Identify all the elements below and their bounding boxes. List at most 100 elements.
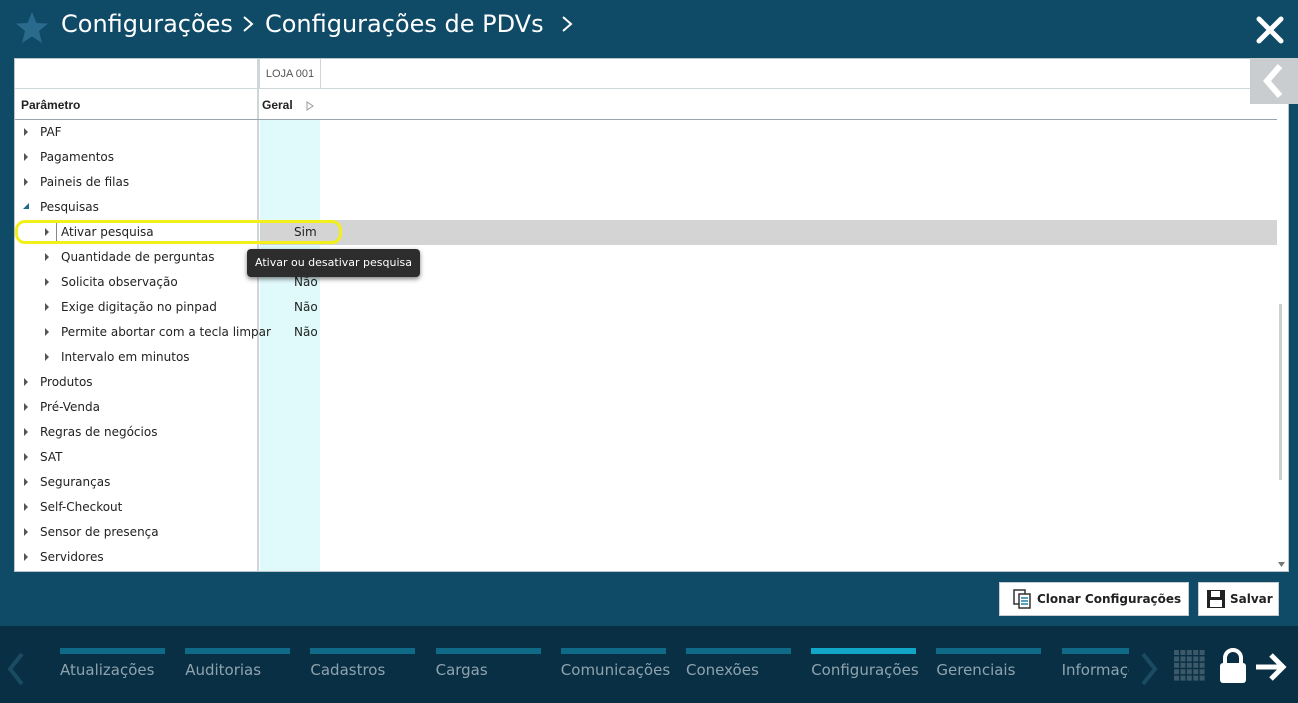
tree-group-row[interactable]: Pesquisas bbox=[15, 195, 1277, 220]
tree-group-row[interactable]: Self-Checkout bbox=[15, 495, 1277, 520]
collapsed-triangle-icon[interactable] bbox=[23, 403, 29, 411]
tab-label: Atualizações bbox=[60, 661, 155, 679]
row-label: Intervalo em minutos bbox=[61, 350, 190, 364]
save-button[interactable]: Salvar bbox=[1198, 582, 1279, 616]
expanded-triangle-icon[interactable] bbox=[23, 203, 29, 211]
footer-tab[interactable]: Gerenciais bbox=[936, 648, 1042, 698]
collapsed-triangle-icon[interactable] bbox=[23, 503, 29, 511]
collapsed-triangle-icon[interactable] bbox=[44, 278, 50, 286]
scrollbar-thumb[interactable] bbox=[1279, 304, 1282, 480]
breadcrumb-item-configuracoes[interactable]: Configurações bbox=[61, 10, 233, 38]
tab-label: Auditorias bbox=[185, 661, 262, 679]
footer-tab[interactable]: Informações bbox=[1061, 648, 1129, 698]
collapsed-triangle-icon[interactable] bbox=[23, 453, 29, 461]
nav-prev-icon[interactable] bbox=[6, 652, 26, 686]
tab-label: Configurações bbox=[811, 661, 919, 679]
tab-label: Comunicações bbox=[560, 661, 671, 679]
tree-group-row[interactable]: Regras de negócios bbox=[15, 420, 1277, 445]
tree-group-row[interactable]: SAT bbox=[15, 445, 1277, 470]
collapse-panel-button[interactable] bbox=[1250, 58, 1298, 104]
row-value[interactable]: Não bbox=[294, 275, 318, 289]
tree-group-row[interactable]: Produtos bbox=[15, 370, 1277, 395]
footer-tab[interactable]: Atualizações bbox=[60, 648, 165, 698]
row-label: Servidores bbox=[40, 550, 104, 564]
row-label: Paineis de filas bbox=[40, 175, 130, 189]
footer-tab[interactable]: Configurações bbox=[811, 648, 919, 698]
tab-indicator bbox=[686, 648, 791, 654]
tree-group-row[interactable]: Paineis de filas bbox=[15, 170, 1277, 195]
tree-group-row[interactable]: Sensor de presença bbox=[15, 520, 1277, 545]
footer-tabs: Atualizações Auditorias Cadastros Cargas Com… bbox=[0, 626, 1129, 703]
footer-tab[interactable]: Conexões bbox=[686, 648, 791, 698]
collapsed-triangle-icon[interactable] bbox=[23, 553, 29, 561]
tree-param-row[interactable]: Exige digitação no pinpad Não bbox=[15, 295, 1277, 320]
row-label: Solicita observação bbox=[61, 275, 178, 289]
exit-arrow-icon[interactable] bbox=[1254, 652, 1288, 682]
row-label: Permite abortar com a tecla limpar bbox=[61, 325, 271, 339]
store-header-row: LOJA 001 bbox=[15, 59, 1288, 89]
tab-indicator bbox=[560, 648, 666, 654]
tree-param-row[interactable]: Solicita observação Não bbox=[15, 270, 1277, 295]
expand-right-icon[interactable] bbox=[306, 101, 314, 111]
save-icon bbox=[1207, 590, 1225, 608]
row-label: Quantidade de perguntas bbox=[61, 250, 215, 264]
row-label: SAT bbox=[40, 450, 63, 464]
footer-tab[interactable]: Comunicações bbox=[560, 648, 670, 698]
collapsed-triangle-icon[interactable] bbox=[23, 178, 29, 186]
chevron-right-icon bbox=[243, 16, 254, 32]
collapsed-triangle-icon[interactable] bbox=[44, 303, 50, 311]
tree-param-row[interactable]: Permite abortar com a tecla limpar Não bbox=[15, 320, 1277, 345]
tree-param-row[interactable]: Intervalo em minutos bbox=[15, 345, 1277, 370]
collapsed-triangle-icon[interactable] bbox=[23, 128, 29, 136]
row-label: Pagamentos bbox=[40, 150, 114, 164]
nav-next-icon[interactable] bbox=[1139, 652, 1159, 686]
breadcrumb-item-configuracoes-pdvs[interactable]: Configurações de PDVs bbox=[265, 10, 544, 38]
tree-param-row[interactable]: Sim bbox=[260, 220, 1277, 245]
collapsed-triangle-icon[interactable] bbox=[23, 528, 29, 536]
footer-tab[interactable]: Auditorias bbox=[185, 648, 291, 698]
clone-config-button[interactable]: Clonar Configurações bbox=[999, 582, 1189, 616]
param-column-header: Parâmetro bbox=[21, 98, 81, 112]
apps-grid-icon[interactable] bbox=[1174, 650, 1205, 681]
column-header-row: Parâmetro Geral bbox=[15, 90, 1277, 120]
geral-column-header[interactable]: Geral bbox=[262, 98, 293, 112]
close-icon[interactable] bbox=[1255, 15, 1285, 45]
tab-indicator bbox=[60, 648, 165, 654]
tree-group-row[interactable]: Seguranças bbox=[15, 470, 1277, 495]
lock-icon[interactable] bbox=[1218, 648, 1248, 684]
row-value[interactable]: Não bbox=[294, 325, 318, 339]
clone-icon bbox=[1013, 589, 1031, 609]
tab-indicator bbox=[936, 648, 1042, 654]
collapsed-triangle-icon[interactable] bbox=[23, 378, 29, 386]
tab-indicator bbox=[310, 648, 416, 654]
tree-group-row[interactable]: PAF bbox=[15, 120, 1277, 145]
row-label: Sensor de presença bbox=[40, 525, 159, 539]
star-icon[interactable] bbox=[14, 10, 50, 46]
row-label: Seguranças bbox=[40, 475, 111, 489]
scroll-down-icon[interactable] bbox=[1278, 562, 1285, 568]
row-label: Produtos bbox=[40, 375, 93, 389]
chevron-right-icon bbox=[561, 16, 573, 32]
tab-label: Informações bbox=[1061, 661, 1129, 679]
collapsed-triangle-icon[interactable] bbox=[23, 428, 29, 436]
tab-indicator bbox=[435, 648, 541, 654]
tree-group-row[interactable]: Servidores bbox=[15, 545, 1277, 570]
row-label: PAF bbox=[40, 125, 62, 139]
collapsed-triangle-icon[interactable] bbox=[23, 478, 29, 486]
tree-param-row[interactable]: Quantidade de perguntas bbox=[15, 245, 1277, 270]
row-label: Exige digitação no pinpad bbox=[61, 300, 217, 314]
store-column-header: LOJA 001 bbox=[259, 59, 321, 89]
tree-group-row[interactable]: Pré-Venda bbox=[15, 395, 1277, 420]
row-label: Pré-Venda bbox=[40, 400, 100, 414]
footer-tab[interactable]: Cadastros bbox=[310, 648, 416, 698]
collapsed-triangle-icon[interactable] bbox=[44, 328, 50, 336]
row-value[interactable]: Não bbox=[294, 300, 318, 314]
footer-tab[interactable]: Cargas bbox=[435, 648, 541, 698]
header: Configurações Configurações de PDVs bbox=[0, 0, 1298, 58]
collapsed-triangle-icon[interactable] bbox=[23, 153, 29, 161]
collapsed-triangle-icon[interactable] bbox=[44, 253, 50, 261]
clone-config-label: Clonar Configurações bbox=[1037, 592, 1182, 606]
collapsed-triangle-icon[interactable] bbox=[44, 353, 50, 361]
config-grid-panel: LOJA 001 Parâmetro Geral PAF Pagamentos Pa… bbox=[14, 58, 1289, 572]
tree-group-row[interactable]: Pagamentos bbox=[15, 145, 1277, 170]
